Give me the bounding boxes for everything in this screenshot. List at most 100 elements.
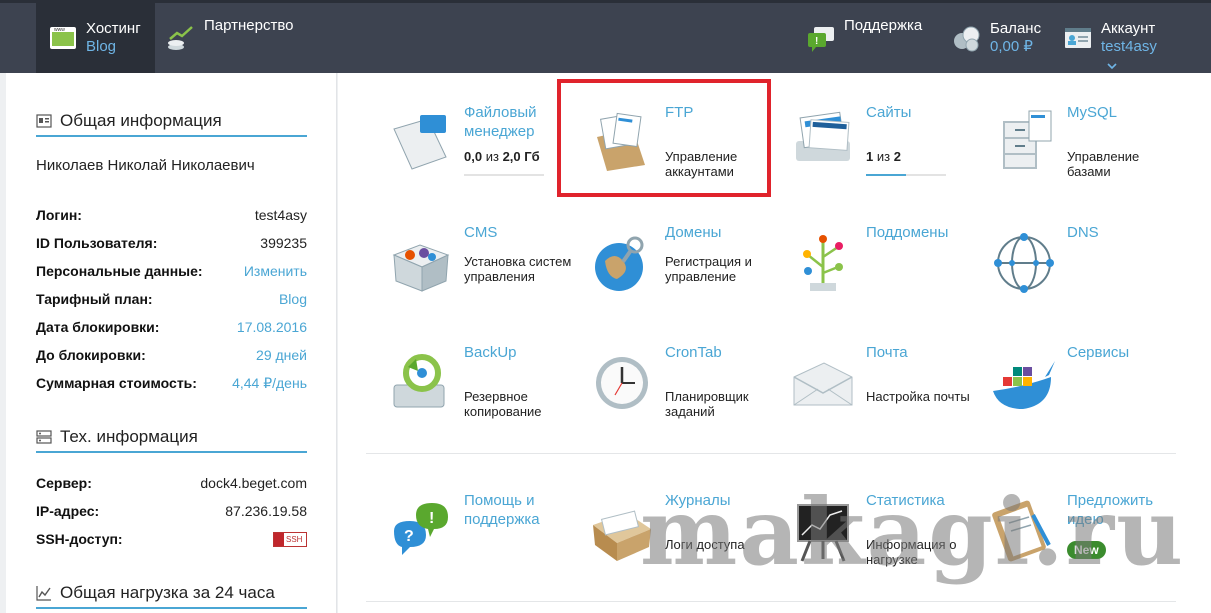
- info-row-user-id: ID Пользователя: 399235: [36, 233, 307, 253]
- nav-balance-value: 0,00 ₽: [990, 38, 1033, 55]
- info-label: Персональные данные:: [36, 263, 203, 279]
- nav-hosting-plan: Blog: [86, 38, 117, 55]
- sites-of: из: [876, 149, 891, 164]
- backup-drive-icon: [393, 354, 445, 408]
- grid-divider: [366, 601, 1176, 602]
- tile-crontab[interactable]: CronTab Планировщик заданий: [577, 333, 777, 453]
- grid-divider: [366, 453, 1176, 454]
- tile-subdomains[interactable]: Поддомены: [778, 213, 978, 333]
- tech-row-ip: IP-адрес: 87.236.19.58: [36, 501, 307, 521]
- sites-total: 2: [893, 149, 901, 164]
- nav-hosting-label: Хостинг: [86, 20, 141, 37]
- disk-used: 0,0: [464, 149, 483, 164]
- tile-title: CMS: [464, 224, 498, 241]
- nav-account-label: Аккаунт: [1101, 20, 1156, 37]
- watermark-text: makagi.ru: [640, 478, 1185, 586]
- info-value: 17.08.2016: [236, 319, 307, 335]
- tile-title: BackUp: [464, 344, 517, 361]
- user-full-name: Николаев Николай Николаевич: [36, 157, 255, 174]
- info-value: 399235: [260, 235, 307, 251]
- info-row-total-cost: Суммарная стоимость: 4,44 ₽/день: [36, 373, 307, 393]
- tile-title: Домены: [665, 224, 722, 241]
- nav-balance[interactable]: Баланс 0,00 ₽: [952, 3, 1041, 73]
- tile-services[interactable]: Сервисы: [979, 333, 1179, 453]
- nav-account-login: test4asy: [1101, 38, 1157, 55]
- load-graph-icon: [36, 586, 51, 601]
- info-label: Дата блокировки:: [36, 319, 160, 335]
- info-label: SSH-доступ:: [36, 531, 123, 547]
- sites-usage: 1 из 2: [866, 149, 976, 164]
- id-card-icon: [36, 114, 52, 128]
- services-whale-icon: [993, 361, 1055, 409]
- ssh-toggle-off-indicator: [274, 532, 284, 546]
- mail-envelope-icon: [793, 362, 853, 406]
- info-row-personal-data: Персональные данные: Изменить: [36, 261, 307, 281]
- tariff-plan-link[interactable]: Blog: [279, 291, 307, 307]
- file-manager-icon: [393, 115, 447, 170]
- load-title: Общая нагрузка за 24 часа: [60, 583, 275, 602]
- help-bubbles-icon: ? !: [394, 503, 448, 555]
- edit-personal-data-link[interactable]: Изменить: [244, 263, 307, 279]
- nav-support[interactable]: ! Поддержка: [806, 3, 922, 73]
- svg-text:www: www: [54, 27, 65, 33]
- nav-balance-label: Баланс: [990, 20, 1042, 37]
- tile-title: Помощь и поддержка: [464, 492, 540, 528]
- tile-title: MySQL: [1067, 104, 1118, 121]
- nav-hosting[interactable]: www Хостинг Blog: [36, 3, 155, 73]
- info-label: ID Пользователя:: [36, 235, 158, 251]
- sites-usage-bar: [866, 174, 946, 176]
- tile-description: Управление базами: [1067, 149, 1140, 179]
- partner-chart-icon: [168, 26, 193, 50]
- sites-used: 1: [866, 149, 874, 164]
- tile-mysql[interactable]: MySQL Управление базами: [979, 93, 1179, 213]
- tile-sites[interactable]: Сайты 1 из 2: [778, 93, 978, 213]
- tile-title: Почта: [866, 344, 908, 361]
- domains-globe-icon: [595, 236, 644, 291]
- tile-file-manager[interactable]: Файловый менеджер 0,0 из 2,0 Гб: [376, 93, 576, 213]
- server-icon: [36, 430, 52, 444]
- info-label: Сервер:: [36, 475, 92, 491]
- dns-network-icon: [994, 233, 1054, 293]
- chevron-down-icon[interactable]: [1107, 63, 1117, 70]
- tile-help[interactable]: ? ! Помощь и поддержка: [376, 481, 576, 601]
- balance-coins-icon: [954, 26, 980, 52]
- nav-partner[interactable]: Партнерство: [166, 3, 294, 73]
- hosting-icon: www: [50, 27, 76, 49]
- ssh-toggle[interactable]: SSH: [273, 531, 307, 547]
- tile-title: CronTab: [665, 344, 722, 361]
- ftp-highlight-frame: [557, 79, 771, 197]
- info-row-login: Логин: test4asy: [36, 205, 307, 225]
- tile-title: Сервисы: [1067, 344, 1130, 361]
- info-label: IP-адрес:: [36, 503, 100, 519]
- sites-browser-icon: [796, 111, 850, 161]
- info-value: 87.236.19.58: [225, 503, 307, 519]
- account-card-icon: [1065, 28, 1091, 48]
- support-chat-icon: !: [808, 27, 834, 52]
- info-label: Логин:: [36, 207, 82, 223]
- tile-dns[interactable]: DNS: [979, 213, 1179, 333]
- tile-description: Установка систем управления: [464, 254, 572, 284]
- nav-support-label: Поддержка: [844, 17, 923, 34]
- info-label: До блокировки:: [36, 347, 146, 363]
- tile-title: Сайты: [866, 104, 912, 121]
- svg-text:!: !: [815, 36, 818, 47]
- tile-description: Резервное копирование: [464, 389, 542, 419]
- tech-row-ssh: SSH-доступ: SSH: [36, 529, 307, 549]
- subdomains-tree-icon: [803, 235, 843, 291]
- tile-mail[interactable]: Почта Настройка почты: [778, 333, 978, 453]
- tile-cms[interactable]: CMS Установка систем управления: [376, 213, 576, 333]
- nav-partner-label: Партнерство: [204, 17, 294, 34]
- tile-description: Настройка почты: [866, 389, 970, 404]
- ssh-toggle-label: SSH: [286, 534, 303, 544]
- tile-title: DNS: [1067, 224, 1099, 241]
- sidebar: Общая информация Николаев Николай Никола…: [6, 73, 337, 613]
- disk-of: из: [485, 149, 499, 164]
- tile-domains[interactable]: Домены Регистрация и управление: [577, 213, 777, 333]
- general-info-heading: Общая информация: [36, 107, 307, 137]
- nav-account[interactable]: Аккаунт test4asy: [1063, 3, 1157, 73]
- tile-description: Регистрация и управление: [665, 254, 752, 284]
- info-value: dock4.beget.com: [200, 475, 307, 491]
- tech-row-server: Сервер: dock4.beget.com: [36, 473, 307, 493]
- clock-icon: [596, 357, 648, 409]
- tile-backup[interactable]: BackUp Резервное копирование: [376, 333, 576, 453]
